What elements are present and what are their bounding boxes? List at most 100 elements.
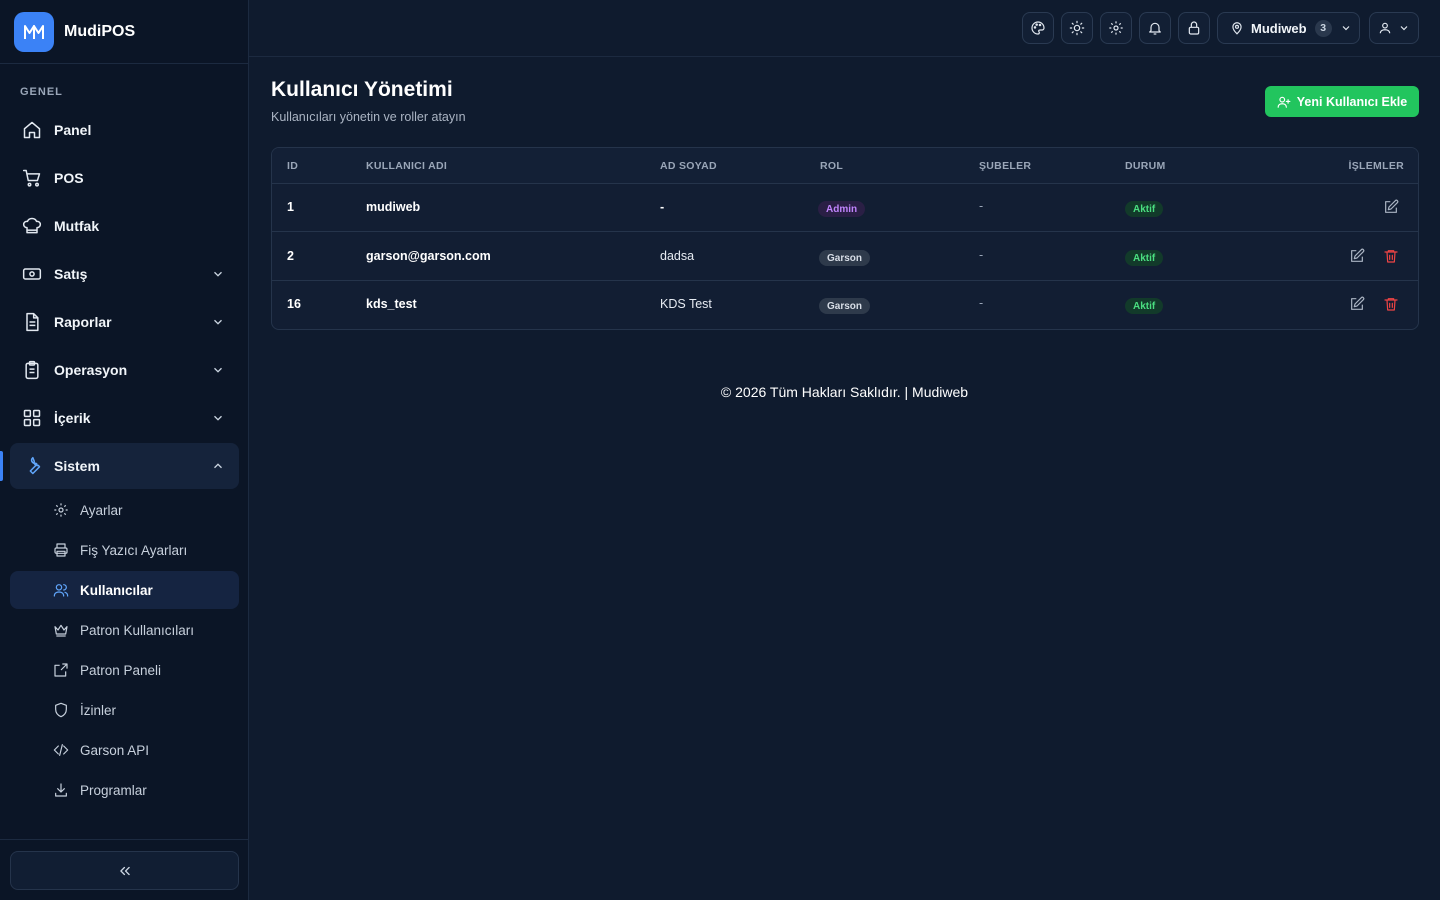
clipboard-icon (22, 360, 42, 380)
notifications-button[interactable] (1139, 12, 1171, 44)
sidebar-item-pos[interactable]: POS (10, 155, 239, 201)
cell-branches: - (979, 296, 984, 310)
sidebar-subitem-patron-paneli[interactable]: Patron Paneli (10, 651, 239, 689)
th-id: ID (287, 160, 299, 172)
status-badge: Aktif (1125, 298, 1164, 314)
trash-icon (1384, 250, 1398, 263)
chef-hat-icon (22, 216, 42, 236)
sidebar-item-raporlar[interactable]: Raporlar (10, 299, 239, 345)
settings-button[interactable] (1100, 12, 1132, 44)
sidebar-item-label: İçerik (54, 410, 91, 426)
sidebar-subitem-label: Patron Kullanıcıları (80, 622, 195, 638)
th-username: KULLANICI ADI (366, 160, 448, 172)
sidebar-subitem-label: Patron Paneli (80, 662, 162, 678)
sidebar-subitem-label: Kullanıcılar (80, 582, 153, 598)
cell-id: 16 (287, 297, 301, 311)
users-table: ID KULLANICI ADI AD SOYAD ROL ŞUBELER DU… (271, 147, 1419, 330)
sidebar-item-panel[interactable]: Panel (10, 107, 239, 153)
table-row: 2 garson@garson.com dadsa Garson - Aktif (272, 233, 1418, 281)
edit-button[interactable] (1348, 247, 1366, 265)
sidebar-item-satis[interactable]: Satış (10, 251, 239, 297)
shield-icon (52, 701, 70, 719)
gear-icon (1109, 21, 1123, 35)
page-subtitle: Kullanıcıları yönetin ve roller atayın (271, 110, 466, 124)
branch-label: Mudiweb (1251, 20, 1307, 36)
download-icon (52, 781, 70, 799)
table-row: 1 mudiweb - Admin - Aktif (272, 184, 1418, 232)
branch-selector[interactable]: Mudiweb 3 (1217, 12, 1360, 44)
chevron-down-icon (214, 415, 222, 421)
sidebar-item-label: Satış (54, 266, 88, 282)
external-link-icon (52, 661, 70, 679)
edit-icon (1351, 248, 1365, 262)
table-row: 16 kds_test KDS Test Garson - Aktif (272, 281, 1418, 329)
edit-icon (1351, 296, 1365, 310)
sidebar-subitem-programlar[interactable]: Programlar (10, 771, 239, 809)
status-badge: Aktif (1125, 250, 1164, 266)
theme-palette-button[interactable] (1022, 12, 1054, 44)
cell-fullname: - (660, 200, 665, 214)
sidebar-subitem-label: Ayarlar (80, 502, 123, 518)
user-menu-button[interactable] (1369, 12, 1419, 44)
palette-icon (1031, 21, 1045, 35)
edit-button[interactable] (1348, 295, 1366, 313)
brand-logo (14, 11, 54, 52)
sidebar-subitem-label: İzinler (80, 702, 117, 718)
lock-icon (1188, 21, 1200, 35)
cell-branches: - (979, 248, 984, 262)
delete-button[interactable] (1382, 295, 1400, 313)
brand[interactable]: MudiPOS (0, 0, 248, 64)
sidebar-item-operasyon[interactable]: Operasyon (10, 347, 239, 393)
chevron-down-icon (1400, 26, 1408, 31)
cash-icon (22, 264, 42, 284)
brand-name: MudiPOS (64, 22, 136, 40)
code-icon (52, 741, 70, 759)
th-actions: İŞLEMLER (1348, 160, 1404, 172)
cell-fullname: dadsa (660, 249, 695, 263)
trash-icon (1384, 298, 1398, 311)
sidebar-subitem-patron-kullanicilari[interactable]: Patron Kullanıcıları (10, 611, 239, 649)
user-icon (1379, 22, 1391, 34)
chevrons-left-icon (119, 866, 130, 875)
lock-button[interactable] (1178, 12, 1210, 44)
page-title: Kullanıcı Yönetimi (271, 78, 453, 101)
user-plus-icon (1277, 96, 1291, 108)
chevron-up-icon (214, 463, 222, 469)
role-badge: Garson (819, 250, 871, 266)
sidebar-subitem-izinler[interactable]: İzinler (10, 691, 239, 729)
printer-icon (52, 541, 70, 559)
footer-copyright: © 2026 Tüm Hakları Saklıdır. | Mudiweb (720, 384, 969, 400)
th-fullname: AD SOYAD (660, 160, 717, 172)
cell-id: 1 (287, 200, 294, 214)
sidebar-item-sistem[interactable]: Sistem (10, 443, 239, 489)
map-pin-icon (1232, 22, 1242, 35)
table-header: ID KULLANICI ADI AD SOYAD ROL ŞUBELER DU… (272, 148, 1418, 184)
branch-count-badge: 3 (1314, 19, 1332, 37)
sidebar-item-label: Panel (54, 122, 92, 138)
cell-branches: - (979, 199, 984, 213)
sidebar-item-label: Mutfak (54, 218, 100, 234)
sidebar-item-icerik[interactable]: İçerik (10, 395, 239, 441)
sidebar-subitem-garson-api[interactable]: Garson API (10, 731, 239, 769)
sidebar-subitem-label: Programlar (80, 782, 147, 798)
edit-button[interactable] (1382, 198, 1400, 216)
sidebar-item-mutfak[interactable]: Mutfak (10, 203, 239, 249)
sidebar-subitem-label: Garson API (80, 742, 150, 758)
sidebar-subitem-kullanicilar[interactable]: Kullanıcılar (10, 571, 239, 609)
delete-button[interactable] (1382, 247, 1400, 265)
chevron-down-icon (214, 319, 222, 325)
sidebar-subitem-ayarlar[interactable]: Ayarlar (10, 491, 239, 529)
edit-icon (1385, 199, 1399, 213)
role-badge: Garson (819, 298, 871, 314)
sidebar-subitem-label: Fiş Yazıcı Ayarları (80, 542, 188, 558)
theme-toggle-button[interactable] (1061, 12, 1093, 44)
grid-icon (22, 408, 42, 428)
th-role: ROL (820, 160, 844, 172)
sidebar-subitem-fis-yazici[interactable]: Fiş Yazıcı Ayarları (10, 531, 239, 569)
add-user-button[interactable]: Yeni Kullanıcı Ekle (1265, 86, 1419, 117)
sidebar-item-label: Operasyon (54, 362, 128, 378)
cell-id: 2 (287, 249, 294, 263)
collapse-sidebar-button[interactable] (10, 851, 239, 890)
sun-icon (1069, 20, 1085, 36)
logo-mark-icon (24, 24, 44, 39)
